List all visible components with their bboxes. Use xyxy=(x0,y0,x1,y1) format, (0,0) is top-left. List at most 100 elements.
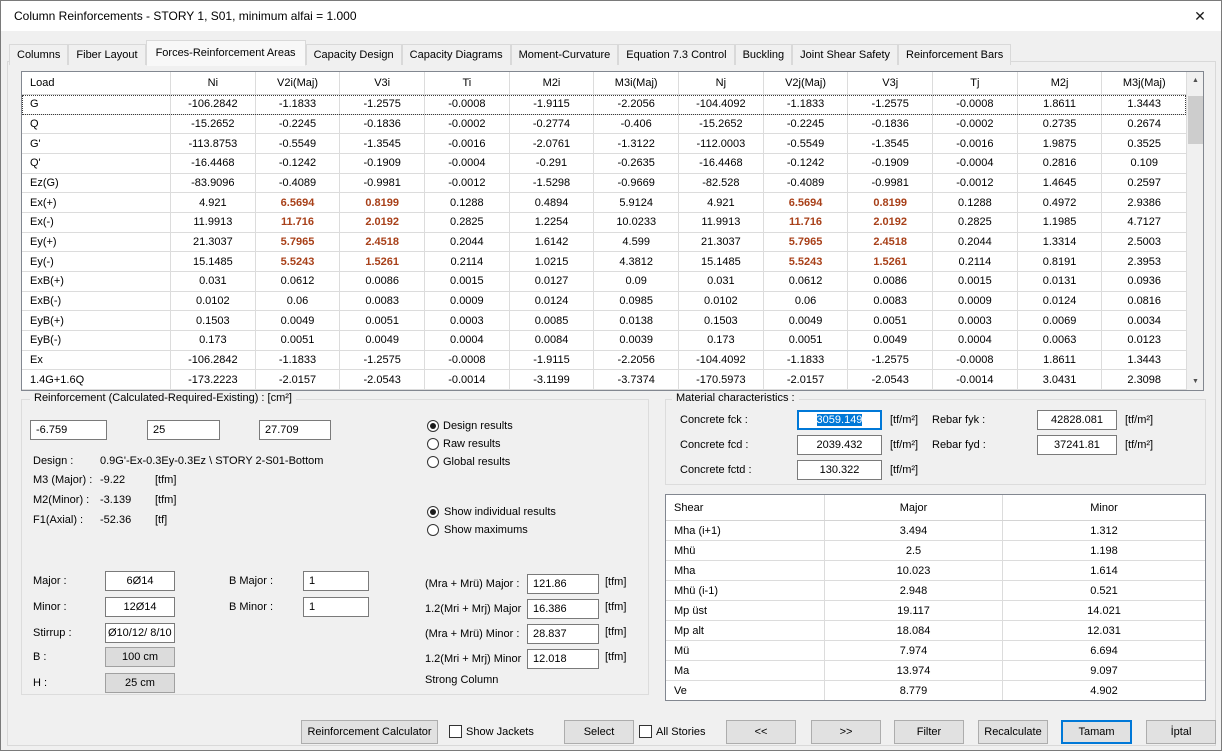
shear-row-label: Mha xyxy=(666,561,825,580)
rebar-fyd-field[interactable]: 37241.81 xyxy=(1037,435,1117,455)
value-cell: -1.1833 xyxy=(256,95,341,114)
table-row[interactable]: ExB(+)0.0310.06120.00860.00150.01270.090… xyxy=(22,272,1186,292)
value-cell: 0.1288 xyxy=(933,193,1018,212)
value-cell: 0.0034 xyxy=(1102,311,1186,330)
b-minor-field[interactable]: 1 xyxy=(303,597,369,617)
m3-major-value: -9.22 xyxy=(100,474,125,486)
tab-moment-curvature[interactable]: Moment-Curvature xyxy=(511,44,619,65)
column-header[interactable]: V2i(Maj) xyxy=(256,72,341,94)
design-results-radio[interactable] xyxy=(427,420,439,432)
previous-column-button[interactable]: << xyxy=(726,720,796,744)
rebar-fyk-field[interactable]: 42828.081 xyxy=(1037,410,1117,430)
show-maximums-radio[interactable] xyxy=(427,524,439,536)
value-cell: 0.8199 xyxy=(340,193,425,212)
value-cell: -113.8753 xyxy=(171,134,256,153)
load-case-cell: 1.4G+1.6Q xyxy=(22,370,171,389)
recalculate-button[interactable]: Recalculate xyxy=(978,720,1048,744)
value-cell: 0.173 xyxy=(171,331,256,350)
table-row[interactable]: Ey(+)21.30375.79652.45180.20441.61424.59… xyxy=(22,233,1186,253)
column-header[interactable]: M2i xyxy=(510,72,595,94)
table-row[interactable]: EyB(-)0.1730.00510.00490.00040.00840.003… xyxy=(22,331,1186,351)
global-results-radio[interactable] xyxy=(427,456,439,468)
column-header[interactable]: V2j(Maj) xyxy=(764,72,849,94)
value-cell: 0.0102 xyxy=(679,292,764,311)
show-jackets-checkbox[interactable] xyxy=(449,725,462,738)
table-row[interactable]: G-106.2842-1.1833-1.2575-0.0008-1.9115-2… xyxy=(22,95,1186,115)
table-row[interactable]: Ey(-)15.14855.52431.52610.21141.02154.38… xyxy=(22,252,1186,272)
column-header[interactable]: Ni xyxy=(171,72,256,94)
tab-fiber-layout[interactable]: Fiber Layout xyxy=(68,44,145,65)
concrete-fck-field[interactable]: 3059.149 xyxy=(797,410,882,430)
filter-button[interactable]: Filter xyxy=(894,720,964,744)
value-cell: -106.2842 xyxy=(171,95,256,114)
table-scrollbar[interactable]: ▲ ▼ xyxy=(1186,72,1203,390)
value-cell: -173.2223 xyxy=(171,370,256,389)
reinforcement-calculator-button[interactable]: Reinforcement Calculator xyxy=(301,720,438,744)
design-label: Design : xyxy=(33,455,73,467)
mri-major-field[interactable]: 16.386 xyxy=(527,599,599,619)
table-row[interactable]: G'-113.8753-0.5549-1.3545-0.0016-2.0761-… xyxy=(22,134,1186,154)
shear-value-cell: 7.974 xyxy=(825,641,1003,660)
table-row[interactable]: Ez(G)-83.9096-0.4089-0.9981-0.0012-1.529… xyxy=(22,174,1186,194)
select-button[interactable]: Select xyxy=(564,720,634,744)
column-header[interactable]: M3i(Maj) xyxy=(594,72,679,94)
mra-major-field[interactable]: 121.86 xyxy=(527,574,599,594)
tab-equation-7-3-control[interactable]: Equation 7.3 Control xyxy=(618,44,734,65)
tamam-button[interactable]: Tamam xyxy=(1061,720,1132,744)
table-row[interactable]: Ex-106.2842-1.1833-1.2575-0.0008-1.9115-… xyxy=(22,351,1186,371)
b-dimension-button[interactable]: 100 cm xyxy=(105,647,175,667)
concrete-fcd-field[interactable]: 2039.432 xyxy=(797,435,882,455)
scroll-thumb[interactable] xyxy=(1188,96,1203,144)
table-row[interactable]: 1.4G+1.6Q-173.2223-2.0157-2.0543-0.0014-… xyxy=(22,370,1186,390)
h-dimension-button[interactable]: 25 cm xyxy=(105,673,175,693)
all-stories-checkbox[interactable] xyxy=(639,725,652,738)
tab-forces-reinforcement-areas[interactable]: Forces-Reinforcement Areas xyxy=(146,40,306,66)
table-row[interactable]: Ex(-)11.991311.7162.01920.28251.225410.0… xyxy=(22,213,1186,233)
mri-minor-field[interactable]: 12.018 xyxy=(527,649,599,669)
close-icon[interactable]: ✕ xyxy=(1191,7,1209,25)
show-individual-results-radio[interactable] xyxy=(427,506,439,518)
table-row[interactable]: EyB(+)0.15030.00490.00510.00030.00850.01… xyxy=(22,311,1186,331)
tab-joint-shear-safety[interactable]: Joint Shear Safety xyxy=(792,44,898,65)
existing-area-field[interactable]: 27.709 xyxy=(259,420,331,440)
value-cell: -0.0016 xyxy=(425,134,510,153)
column-header[interactable]: V3i xyxy=(340,72,425,94)
tab-capacity-diagrams[interactable]: Capacity Diagrams xyxy=(402,44,511,65)
value-cell: 1.8611 xyxy=(1018,351,1103,370)
column-header[interactable]: Load xyxy=(22,72,171,94)
tab-reinforcement-bars[interactable]: Reinforcement Bars xyxy=(898,44,1011,65)
iptal-button[interactable]: İptal xyxy=(1146,720,1216,744)
tab-columns[interactable]: Columns xyxy=(9,44,68,65)
next-column-button[interactable]: >> xyxy=(811,720,881,744)
major-rebar-field[interactable]: 6Ø14 xyxy=(105,571,175,591)
b-major-field[interactable]: 1 xyxy=(303,571,369,591)
scroll-down-icon[interactable]: ▼ xyxy=(1187,373,1204,390)
column-header[interactable]: M3j(Maj) xyxy=(1102,72,1186,94)
calculated-area-field[interactable]: -6.759 xyxy=(30,420,107,440)
column-header[interactable]: M2j xyxy=(1018,72,1103,94)
shear-row-label: Mp üst xyxy=(666,601,825,620)
value-cell: 0.0069 xyxy=(1018,311,1103,330)
value-cell: 4.599 xyxy=(594,233,679,252)
column-header[interactable]: Nj xyxy=(679,72,764,94)
table-row[interactable]: Q'-16.4468-0.1242-0.1909-0.0004-0.291-0.… xyxy=(22,154,1186,174)
mra-minor-field[interactable]: 28.837 xyxy=(527,624,599,644)
concrete-fcd-label: Concrete fcd : xyxy=(680,439,748,451)
value-cell: 3.0431 xyxy=(1018,370,1103,389)
scroll-up-icon[interactable]: ▲ xyxy=(1187,72,1204,89)
tab-capacity-design[interactable]: Capacity Design xyxy=(306,44,402,65)
minor-rebar-field[interactable]: 12Ø14 xyxy=(105,597,175,617)
table-row[interactable]: ExB(-)0.01020.060.00830.00090.01240.0985… xyxy=(22,292,1186,312)
concrete-fctd-field[interactable]: 130.322 xyxy=(797,460,882,480)
raw-results-radio[interactable] xyxy=(427,438,439,450)
column-header[interactable]: Tj xyxy=(933,72,1018,94)
column-header[interactable]: V3j xyxy=(848,72,933,94)
table-row[interactable]: Ex(+)4.9216.56940.81990.12880.48945.9124… xyxy=(22,193,1186,213)
value-cell: -1.1833 xyxy=(764,351,849,370)
column-header[interactable]: Ti xyxy=(425,72,510,94)
table-row[interactable]: Q-15.2652-0.2245-0.1836-0.0002-0.2774-0.… xyxy=(22,115,1186,135)
tab-buckling[interactable]: Buckling xyxy=(735,44,793,65)
value-cell: -1.2575 xyxy=(848,95,933,114)
required-area-field[interactable]: 25 xyxy=(147,420,220,440)
stirrup-field[interactable]: Ø10/12/ 8/10 xyxy=(105,623,175,643)
